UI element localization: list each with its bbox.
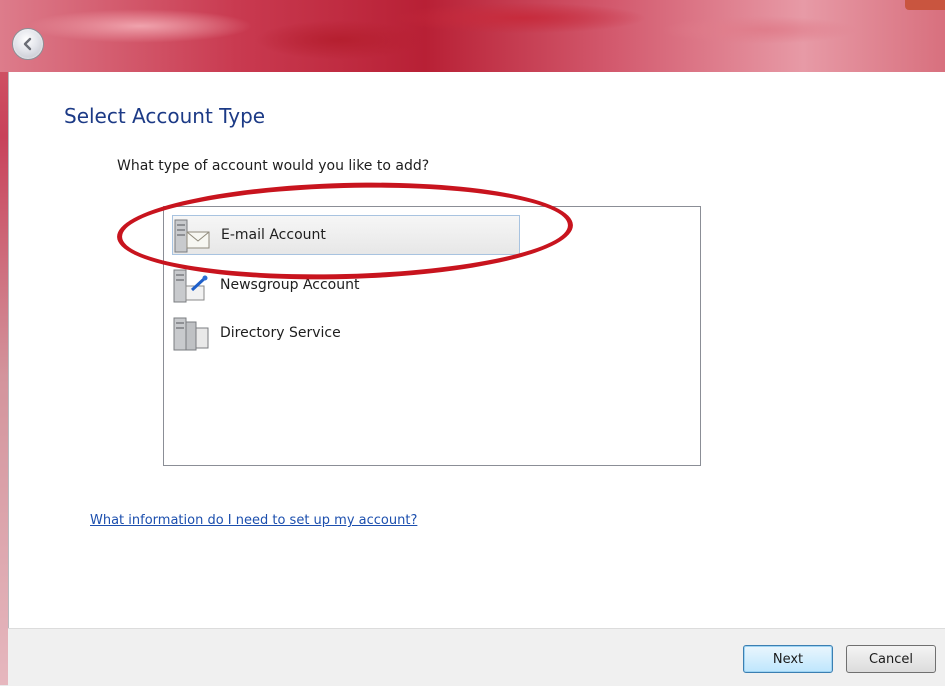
account-type-list[interactable]: E-mail Account Newsgroup Account Directo… xyxy=(163,206,701,466)
wizard-footer: Next Cancel xyxy=(8,628,945,686)
wizard-content: Select Account Type What type of account… xyxy=(8,72,945,628)
cancel-button[interactable]: Cancel xyxy=(846,645,936,673)
back-button[interactable] xyxy=(12,28,44,60)
next-button[interactable]: Next xyxy=(743,645,833,673)
newsgroup-server-icon xyxy=(172,268,212,303)
title-bar xyxy=(0,0,945,72)
email-server-icon xyxy=(173,218,213,253)
list-item-newsgroup-account[interactable]: Newsgroup Account xyxy=(172,265,520,305)
list-item-email-account[interactable]: E-mail Account xyxy=(172,215,520,255)
close-button[interactable] xyxy=(905,0,945,10)
back-arrow-icon xyxy=(23,37,32,51)
list-item-directory-service[interactable]: Directory Service xyxy=(172,313,520,353)
list-item-label: Directory Service xyxy=(220,325,341,341)
list-item-label: E-mail Account xyxy=(221,227,326,243)
directory-server-icon xyxy=(172,316,212,351)
question-label: What type of account would you like to a… xyxy=(117,158,430,174)
help-link[interactable]: What information do I need to set up my … xyxy=(90,513,417,528)
list-item-label: Newsgroup Account xyxy=(220,277,360,293)
page-title: Select Account Type xyxy=(64,104,266,128)
